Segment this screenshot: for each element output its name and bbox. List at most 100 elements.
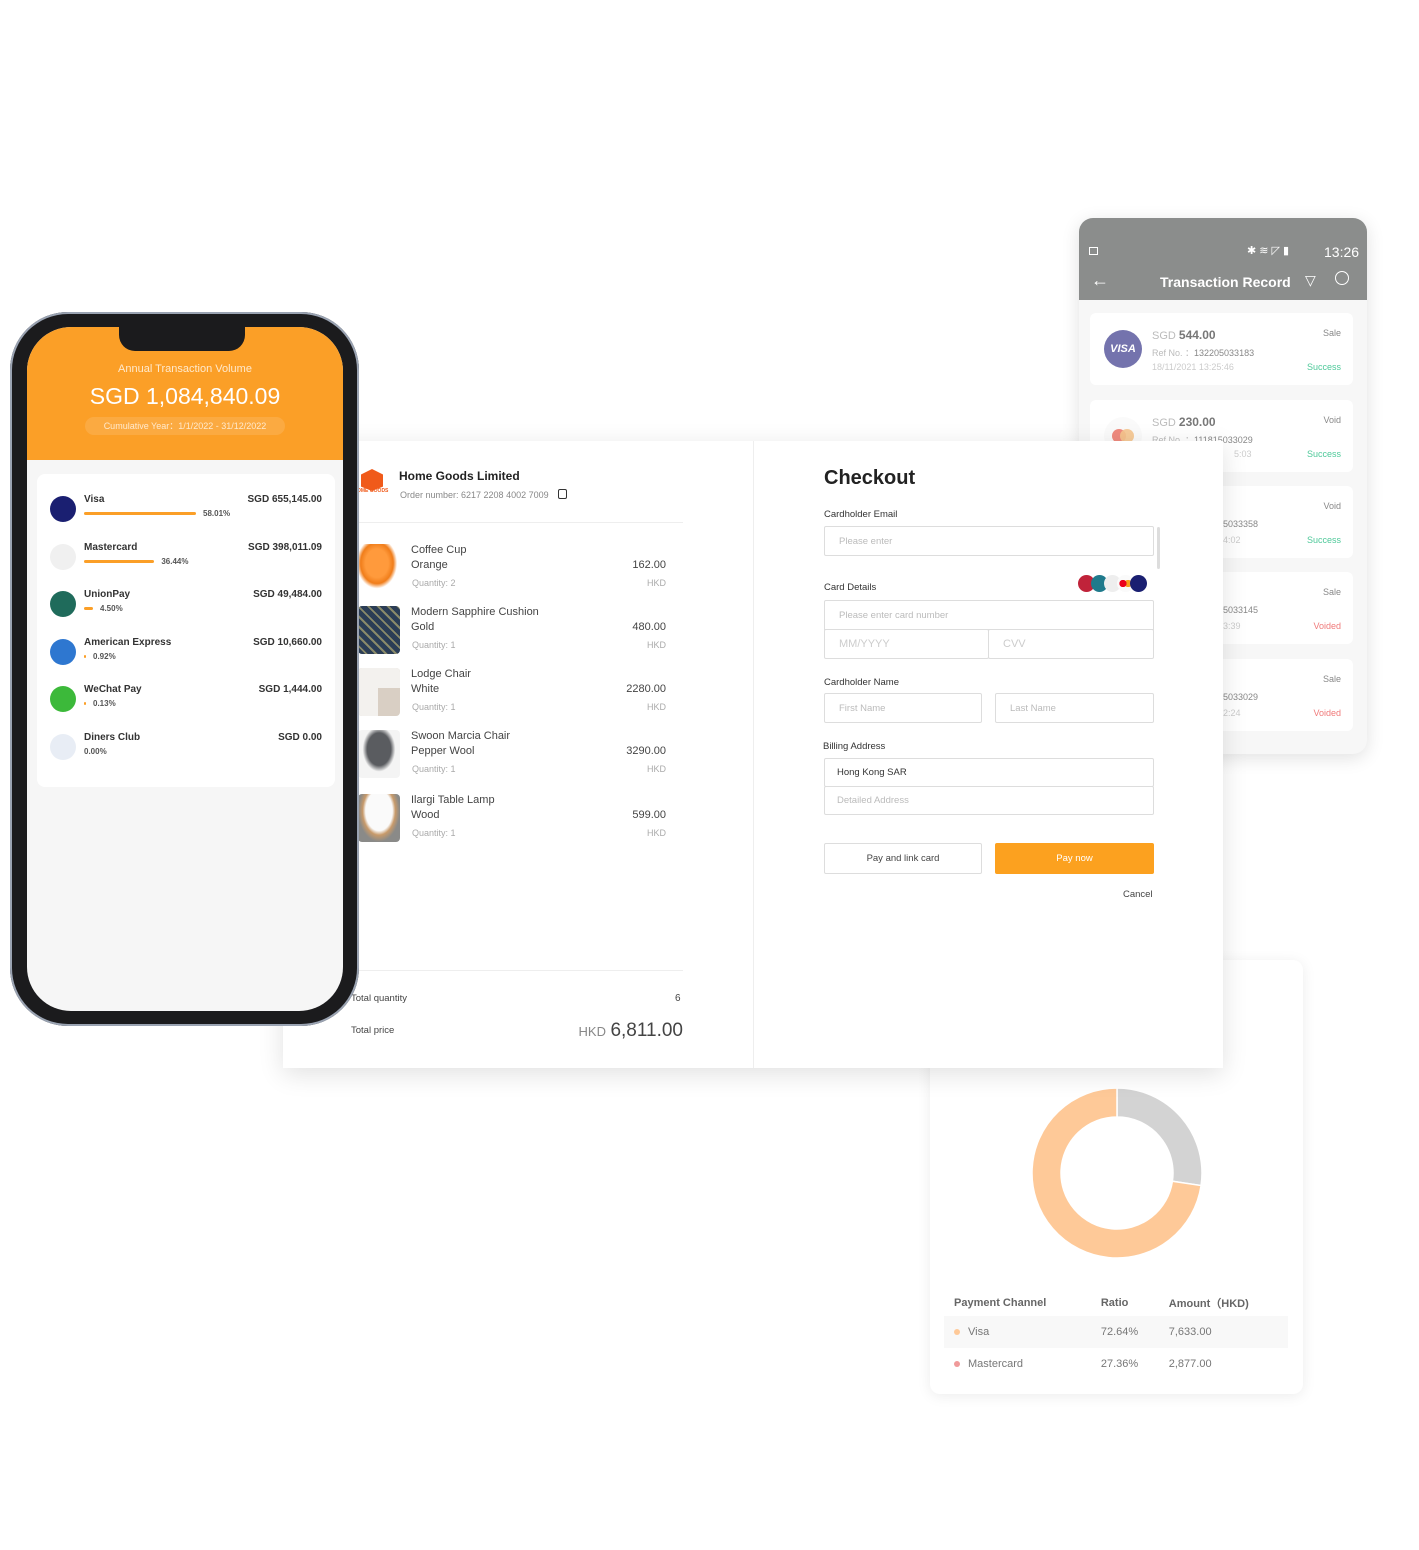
method-amount: SGD 655,145.00 bbox=[247, 494, 323, 505]
status: Voided bbox=[1313, 621, 1341, 631]
diners-club-logo-icon bbox=[50, 733, 76, 760]
unionpay-logo-icon bbox=[50, 591, 76, 617]
image-icon bbox=[1089, 247, 1098, 255]
status: Voided bbox=[1313, 708, 1341, 718]
payment-methods-list: Visa SGD 655,145.00 58.01% Mastercard SG… bbox=[37, 474, 335, 787]
ratio: 27.36% bbox=[1100, 1358, 1139, 1370]
pay-now-button[interactable]: Pay now bbox=[995, 843, 1154, 874]
order-item: Lodge Chair White Quantity: 1 2280.00 HKD bbox=[358, 668, 683, 718]
item-currency: HKD bbox=[646, 702, 666, 712]
status: Success bbox=[1306, 535, 1341, 545]
datetime: 5:03 bbox=[1234, 449, 1252, 459]
method-percent: 0.13% bbox=[93, 699, 116, 708]
donut-slice-mastercard[interactable] bbox=[1116, 1087, 1203, 1187]
item-price: 3290.00 bbox=[626, 745, 666, 757]
card-brand-icons bbox=[1078, 575, 1147, 592]
visa-logo-icon bbox=[50, 496, 76, 522]
item-name: Ilargi Table Lamp bbox=[411, 794, 495, 806]
item-currency: HKD bbox=[646, 578, 666, 588]
visa-icon bbox=[1130, 575, 1147, 592]
ref-label: Ref No. ： bbox=[1152, 348, 1195, 358]
method-name: Visa bbox=[84, 494, 105, 505]
cvv-input[interactable]: CVV bbox=[988, 629, 1154, 659]
item-price: 162.00 bbox=[632, 559, 666, 571]
payment-method-row[interactable]: Mastercard SGD 398,011.09 36.44% bbox=[37, 542, 335, 588]
payment-method-row[interactable]: Visa SGD 655,145.00 58.01% bbox=[37, 494, 335, 540]
phone-mockup: Annual Transaction Volume SGD 1,084,840.… bbox=[10, 312, 359, 1026]
item-currency: HKD bbox=[646, 640, 666, 650]
legend-dot bbox=[954, 1329, 960, 1336]
scrollbar[interactable] bbox=[1157, 527, 1160, 569]
expiry-input[interactable]: MM/YYYY bbox=[824, 629, 989, 659]
item-quantity: Quantity: 1 bbox=[412, 828, 456, 838]
currency: SGD bbox=[1152, 330, 1176, 342]
currency: SGD bbox=[1152, 417, 1176, 429]
method-name: WeChat Pay bbox=[84, 684, 142, 695]
order-item: Coffee Cup Orange Quantity: 2 162.00 HKD bbox=[358, 544, 683, 594]
item-quantity: Quantity: 1 bbox=[412, 702, 456, 712]
item-quantity: Quantity: 2 bbox=[412, 578, 456, 588]
divider bbox=[351, 970, 683, 971]
order-item: Ilargi Table Lamp Wood Quantity: 1 599.00… bbox=[358, 794, 683, 844]
item-price: 2280.00 bbox=[626, 683, 666, 695]
merchant-name: Home Goods Limited bbox=[399, 469, 520, 483]
marcia-chair-image bbox=[358, 730, 400, 778]
table-row: Visa 72.64% 7,633.00 bbox=[944, 1316, 1288, 1348]
checkout-title: Checkout bbox=[824, 467, 916, 489]
datetime: 3:39 bbox=[1223, 621, 1241, 631]
checkout-window: OME GOODS Home Goods Limited Order numbe… bbox=[283, 441, 1223, 1068]
payment-method-row[interactable]: WeChat Pay SGD 1,444.00 0.13% bbox=[37, 684, 335, 730]
ref-number: 5033145 bbox=[1223, 605, 1259, 615]
back-arrow-icon[interactable]: ← bbox=[1091, 270, 1109, 291]
ref-number: 5033029 bbox=[1223, 692, 1259, 702]
divider bbox=[753, 441, 754, 1068]
payment-method-row[interactable]: American Express SGD 10,660.00 0.92% bbox=[37, 637, 335, 683]
last-name-input[interactable]: Last Name bbox=[995, 693, 1154, 723]
ref-number: 132205033183 bbox=[1194, 348, 1255, 358]
datetime: 2:24 bbox=[1223, 708, 1241, 718]
item-variant: Pepper Wool bbox=[411, 745, 475, 757]
ref-number: 5033358 bbox=[1223, 519, 1259, 529]
payment-method-row[interactable]: Diners Club SGD 0.00 0.00% bbox=[37, 732, 335, 778]
search-icon[interactable] bbox=[1335, 271, 1349, 285]
method-name: UnionPay bbox=[84, 589, 131, 600]
detailed-address-input[interactable]: Detailed Address bbox=[824, 786, 1154, 815]
visa-logo-icon: VISA bbox=[1104, 330, 1142, 368]
share-bar bbox=[84, 559, 155, 563]
filter-icon[interactable]: ▽ bbox=[1305, 272, 1316, 289]
cardholder-name-label: Cardholder Name bbox=[824, 677, 899, 688]
datetime: 18/11/2021 13:25:46 bbox=[1152, 362, 1234, 372]
wechat-pay-logo-icon bbox=[50, 686, 76, 712]
total-amount: 6,811.00 bbox=[610, 1020, 683, 1041]
amount: 7,633.00 bbox=[1158, 1316, 1288, 1348]
share-bar bbox=[84, 654, 86, 658]
method-amount: SGD 1,444.00 bbox=[258, 684, 322, 695]
item-name: Modern Sapphire Cushion bbox=[411, 606, 539, 618]
billing-address-label: Billing Address bbox=[823, 741, 886, 752]
status: Success bbox=[1306, 362, 1341, 372]
method-percent: 58.01% bbox=[203, 509, 231, 518]
channel-name: Visa bbox=[968, 1326, 990, 1338]
phone-notch bbox=[119, 327, 245, 351]
payment-method-row[interactable]: UnionPay SGD 49,484.00 4.50% bbox=[37, 589, 335, 635]
type: Sale bbox=[1322, 328, 1341, 338]
legend-dot bbox=[954, 1361, 960, 1368]
type: Void bbox=[1323, 501, 1341, 511]
type: Sale bbox=[1322, 674, 1341, 684]
pay-and-link-card-button[interactable]: Pay and link card bbox=[824, 843, 982, 874]
copy-icon[interactable] bbox=[558, 489, 567, 499]
card-number-input[interactable]: Please enter card number bbox=[824, 600, 1154, 630]
email-label: Cardholder Email bbox=[824, 509, 898, 520]
transaction-card[interactable]: VISA SGD 544.00 Ref No. ：132205033183 18… bbox=[1090, 313, 1353, 385]
total-price-label: Total price bbox=[351, 1025, 395, 1036]
channel-table: Payment Channel Ratio Amount（HKD) Visa 7… bbox=[944, 1290, 1288, 1380]
first-name-input[interactable]: First Name bbox=[824, 693, 982, 723]
type: Sale bbox=[1322, 587, 1341, 597]
cancel-link[interactable]: Cancel bbox=[1123, 889, 1153, 900]
total-price: HKD 6,811.00 bbox=[579, 1020, 683, 1042]
total-quantity: 6 bbox=[675, 993, 681, 1004]
region-select[interactable]: Hong Kong SAR bbox=[824, 758, 1154, 787]
volume-title: Annual Transaction Volume bbox=[118, 363, 252, 375]
email-input[interactable]: Please enter bbox=[824, 526, 1154, 556]
method-amount: SGD 398,011.09 bbox=[248, 541, 322, 553]
